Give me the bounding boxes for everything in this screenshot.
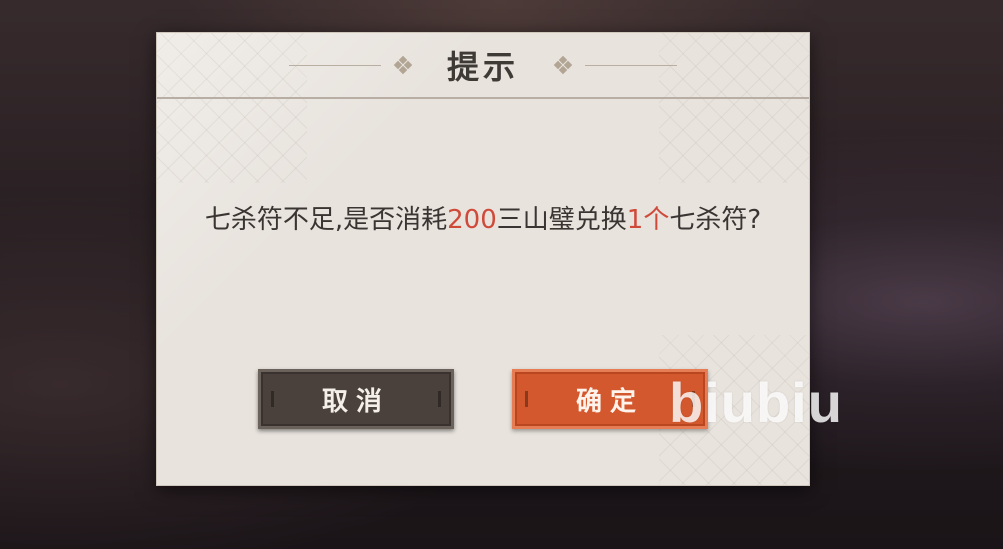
exchange-quantity: 1个 xyxy=(626,205,670,235)
cancel-button-label: 取消 xyxy=(321,386,390,417)
button-notch xyxy=(438,391,441,407)
message-text: 七杀符? xyxy=(669,205,762,235)
diamond-ornament-icon xyxy=(393,55,413,75)
watermark-logo: biubiu xyxy=(669,371,843,434)
title-divider-line xyxy=(585,64,677,66)
confirm-button-label: 确定 xyxy=(575,386,644,417)
dialog-header: 提示 xyxy=(157,33,809,99)
message-text: 七杀符不足,是否消耗 xyxy=(204,205,448,235)
cost-amount: 200 xyxy=(447,205,497,235)
dialog-message: 七杀符不足,是否消耗200三山璧兑换1个七杀符? xyxy=(185,198,781,242)
message-text: 三山璧兑换 xyxy=(496,205,627,235)
button-notch xyxy=(525,391,528,407)
cancel-button[interactable]: 取消 xyxy=(258,369,454,429)
button-notch xyxy=(271,391,274,407)
dialog-title: 提示 xyxy=(446,48,519,86)
diamond-ornament-icon xyxy=(553,55,573,75)
title-divider-line xyxy=(288,64,381,66)
